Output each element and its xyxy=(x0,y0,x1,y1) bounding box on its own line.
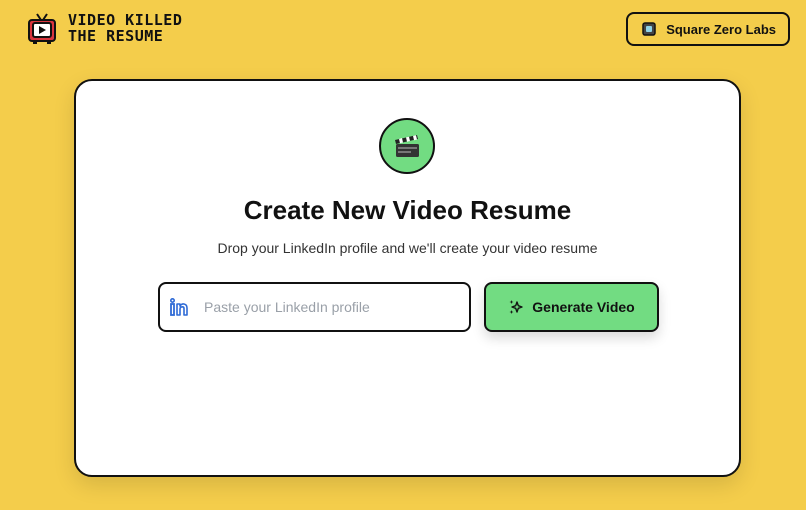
organization-button-label: Square Zero Labs xyxy=(666,21,776,37)
linkedin-icon xyxy=(170,298,188,316)
brand-title-line1: VIDEO KILLED xyxy=(68,11,183,29)
brand-logo[interactable]: VIDEO KILLED THE RESUME xyxy=(28,12,182,44)
sparkles-icon xyxy=(509,300,523,314)
generate-video-button[interactable]: Generate Video xyxy=(484,282,659,332)
clapperboard-badge xyxy=(379,118,435,174)
retro-tv-play-icon xyxy=(28,13,56,44)
cube-icon xyxy=(642,22,656,36)
linkedin-input-field[interactable] xyxy=(158,282,471,332)
linkedin-url-input[interactable] xyxy=(202,298,456,316)
brand-title-line2: THE RESUME xyxy=(68,27,164,45)
clapperboard-icon xyxy=(395,135,419,157)
page-subtitle: Drop your LinkedIn profile and we'll cre… xyxy=(217,240,598,256)
page-title: Create New Video Resume xyxy=(243,195,572,225)
organization-button[interactable]: Square Zero Labs xyxy=(626,12,790,46)
generate-video-label: Generate Video xyxy=(532,299,635,315)
brand-title: VIDEO KILLED THE RESUME xyxy=(68,12,182,44)
create-resume-card: Create New Video Resume Drop your Linked… xyxy=(74,79,741,477)
